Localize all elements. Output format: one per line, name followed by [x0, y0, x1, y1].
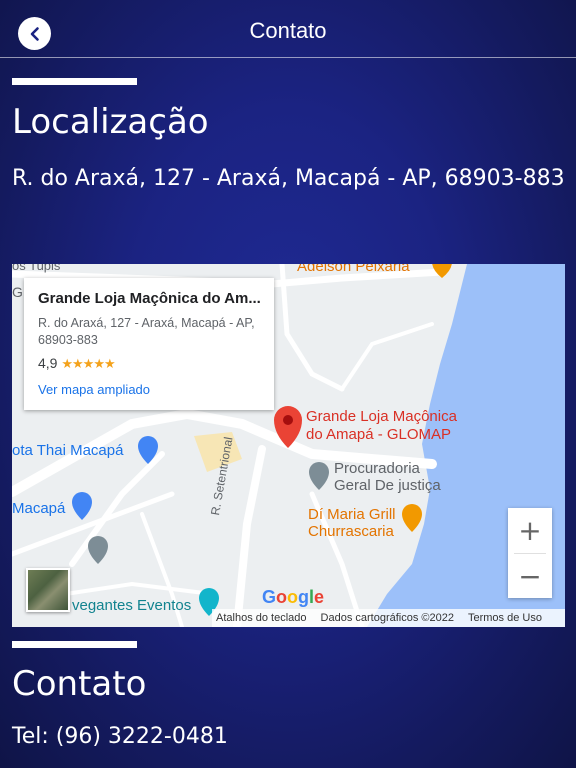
- page-title: Contato: [249, 18, 327, 43]
- satellite-toggle-button[interactable]: [26, 568, 70, 612]
- map-label-dimaria-2: Churrascaria: [308, 523, 394, 540]
- place-name: Grande Loja Maçônica do Am...: [38, 290, 260, 307]
- keyboard-shortcuts-link[interactable]: Atalhos do teclado: [212, 612, 311, 624]
- zoom-in-button[interactable]: +: [508, 508, 552, 552]
- map-label-adelson: Adelson Peixaria: [297, 264, 410, 275]
- place-address: R. do Araxá, 127 - Araxá, Macapá - AP, 6…: [38, 316, 255, 347]
- location-heading: Localização: [12, 102, 209, 142]
- zoom-out-button[interactable]: −: [508, 554, 552, 598]
- place-rating: 4,9 ★★★★★: [38, 355, 260, 372]
- nav-bar: Contato: [0, 0, 576, 58]
- map-label-g: G: [12, 284, 23, 300]
- view-larger-map-link[interactable]: Ver mapa ampliado: [38, 382, 260, 397]
- map-label-marker-line1: Grande Loja Maçônica: [306, 408, 457, 425]
- map-label-thai: ota Thai Macapá: [12, 442, 124, 459]
- terms-link[interactable]: Termos de Uso: [464, 612, 546, 624]
- address-text: R. do Araxá, 127 - Araxá, Macapá - AP, 6…: [12, 166, 565, 191]
- map-label-marker-line2: do Amapá - GLOMAP: [306, 426, 452, 443]
- map-label-procuradoria-2: Geral De justiça: [334, 477, 441, 494]
- zoom-controls: + −: [508, 508, 552, 598]
- map-footer: Atalhos do teclado Dados cartográficos ©…: [212, 609, 565, 627]
- rating-value: 4,9: [38, 355, 58, 371]
- contact-heading: Contato: [12, 664, 147, 704]
- map-label-procuradoria-1: Procuradoria: [334, 460, 420, 477]
- map-label-macapa: Macapá: [12, 500, 66, 517]
- phone-text[interactable]: Tel: (96) 3222-0481: [12, 724, 228, 749]
- google-logo: Google: [262, 587, 325, 607]
- map-data-attribution: Dados cartográficos ©2022: [320, 612, 454, 624]
- embedded-map[interactable]: os Tupis G Adelson Peixaria Grande Loja …: [12, 264, 565, 627]
- rating-stars-icon: ★★★★★: [61, 356, 115, 371]
- map-label-eventos: vegantes Eventos: [72, 597, 192, 614]
- section-divider: [12, 641, 137, 648]
- section-divider: [12, 78, 137, 85]
- map-label-tupis: os Tupis: [12, 264, 61, 273]
- map-label-dimaria-1: Dí Maria Grill: [308, 506, 396, 523]
- place-info-card: Grande Loja Maçônica do Am... R. do Arax…: [24, 278, 274, 410]
